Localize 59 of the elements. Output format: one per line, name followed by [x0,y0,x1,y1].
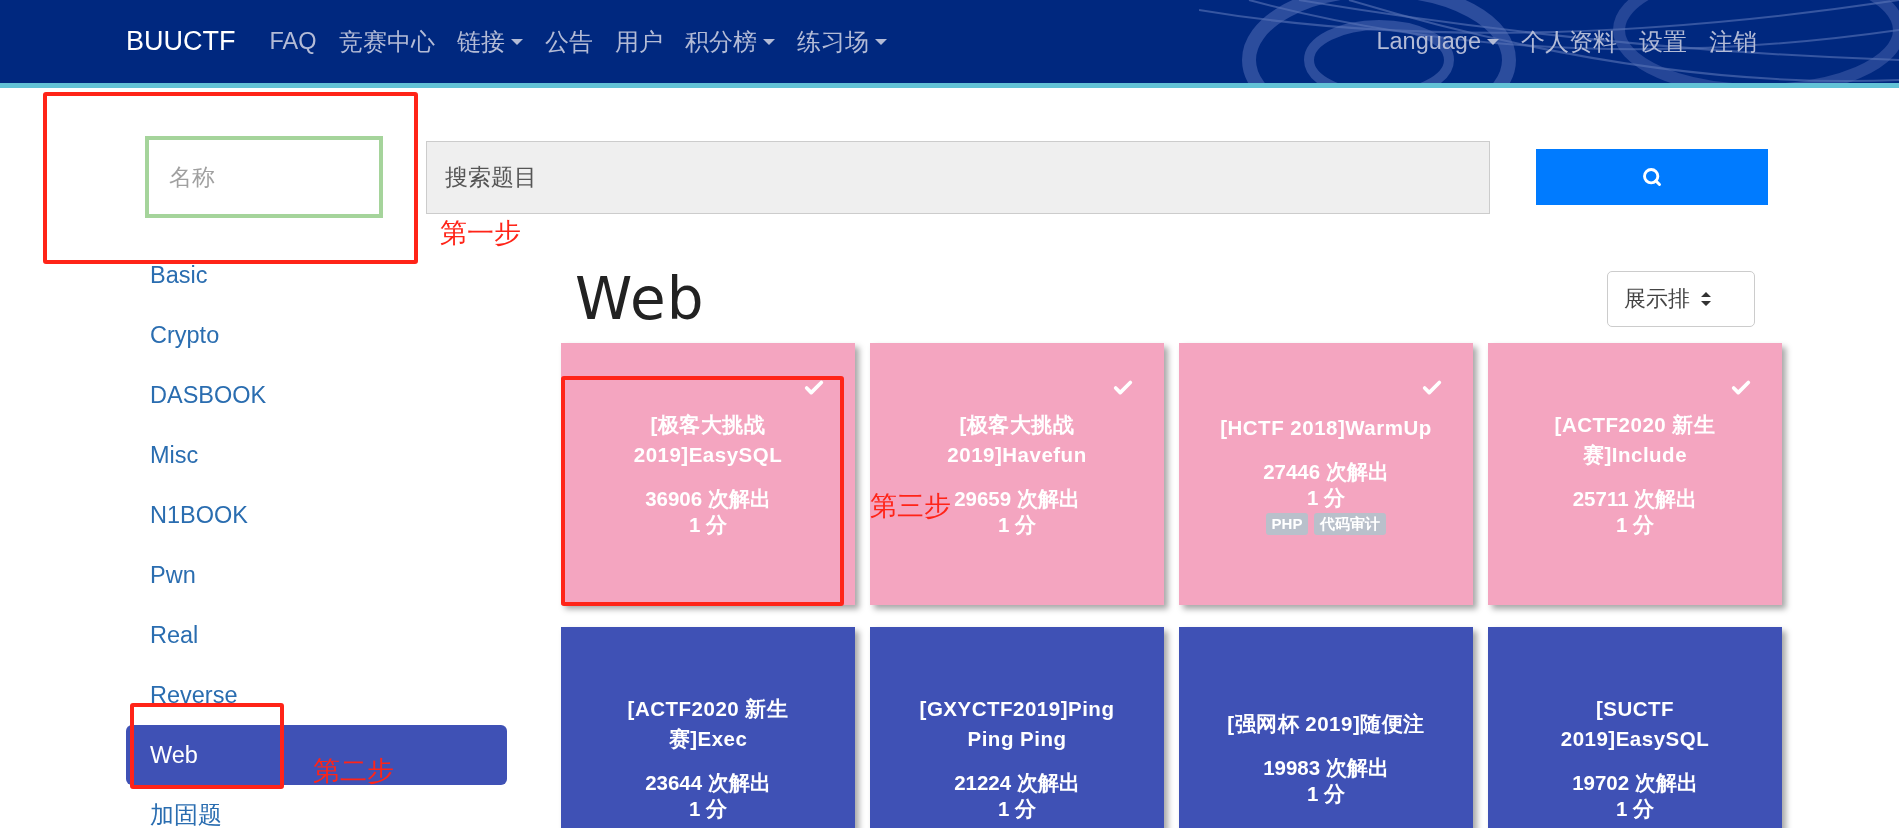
nav-link[interactable]: 注销 [1709,25,1757,58]
category-title: Web [575,264,705,333]
search-icon [1642,167,1662,187]
search-field[interactable]: 搜索题目 [426,140,1490,214]
annotation-label: 第二步 [313,754,394,788]
solve-count: 23644 次解出 [645,770,771,796]
challenge-title: [HCTF 2018]WarmUp [1220,415,1432,441]
tag: PHP [1265,513,1309,535]
challenge-title: [SUCTF 2019]EasySQL [1559,696,1711,752]
challenge-points: 1 分 [688,512,728,538]
challenge-title: [极客大挑战 2019]Havefun [946,412,1088,468]
nav-link[interactable]: 设置 [1639,25,1687,58]
nav-link[interactable]: FAQ [269,28,317,55]
sidebar-item[interactable]: Misc [126,425,507,485]
challenge-title: [极客大挑战 2019]EasySQL [632,412,784,468]
challenge-points: 1 分 [1306,485,1346,511]
nav-link[interactable]: 练习场 [796,25,887,58]
challenge-title: [ACTF2020 新生赛]Include [1553,412,1717,468]
solve-count: 29659 次解出 [954,486,1080,512]
solve-count: 27446 次解出 [1263,459,1389,485]
challenge-points: 1 分 [997,512,1037,538]
challenge-points: 1 分 [1306,781,1346,807]
sort-select[interactable]: 展示排 [1607,270,1755,327]
annotation-label: 第三步 [870,489,951,523]
nav-link[interactable]: Language [1376,28,1499,55]
sidebar-item[interactable]: N1BOOK [126,485,507,545]
challenge-points: 1 分 [1615,512,1655,538]
challenge-card[interactable]: [SUCTF 2019]EasySQL 19702 次解出 1 分 [1488,627,1782,828]
nav-link[interactable]: 公告 [544,25,593,58]
challenge-points: 1 分 [688,796,728,822]
solve-count: 19702 次解出 [1572,770,1698,796]
sidebar-item[interactable]: 加固题 [126,785,507,828]
search-button[interactable] [1536,149,1768,205]
name-field[interactable]: 名称 [145,136,383,218]
solve-count: 36906 次解出 [645,486,771,512]
challenge-points: 1 分 [997,796,1037,822]
sidebar-item[interactable]: Reverse [126,665,507,725]
challenge-points: 1 分 [1615,796,1655,822]
brand-logo[interactable]: BUUCTF [126,26,236,57]
nav-link[interactable]: 积分榜 [684,25,775,58]
sidebar-item[interactable]: DASBOOK [126,365,507,425]
challenge-card[interactable]: [GXYCTF2019]Ping Ping Ping 21224 次解出 1 分 [870,627,1164,828]
nav-link[interactable]: 个人资料 [1521,25,1617,58]
challenge-card[interactable]: [ACTF2020 新生赛]Exec 23644 次解出 1 分 [561,627,855,828]
tag: 代码审计 [1314,513,1387,535]
nav-link[interactable]: 用户 [614,25,663,58]
solve-count: 21224 次解出 [954,770,1080,796]
sidebar-item[interactable]: Crypto [126,305,507,365]
sidebar-item[interactable]: Real [126,605,507,665]
challenge-title: [ACTF2020 新生赛]Exec [626,696,790,752]
nav-link[interactable]: 竞赛中心 [338,25,435,58]
sort-icon [1700,290,1712,307]
challenge-title: [强网杯 2019]随便注 [1227,711,1425,737]
sidebar-item[interactable]: Pwn [126,545,507,605]
nav-link[interactable]: 链接 [456,25,523,58]
challenge-title: [GXYCTF2019]Ping Ping Ping [918,696,1116,752]
solve-count: 25711 次解出 [1572,486,1698,512]
solve-count: 19983 次解出 [1263,755,1389,781]
challenge-card[interactable]: [强网杯 2019]随便注 19983 次解出 1 分 [1179,627,1473,828]
